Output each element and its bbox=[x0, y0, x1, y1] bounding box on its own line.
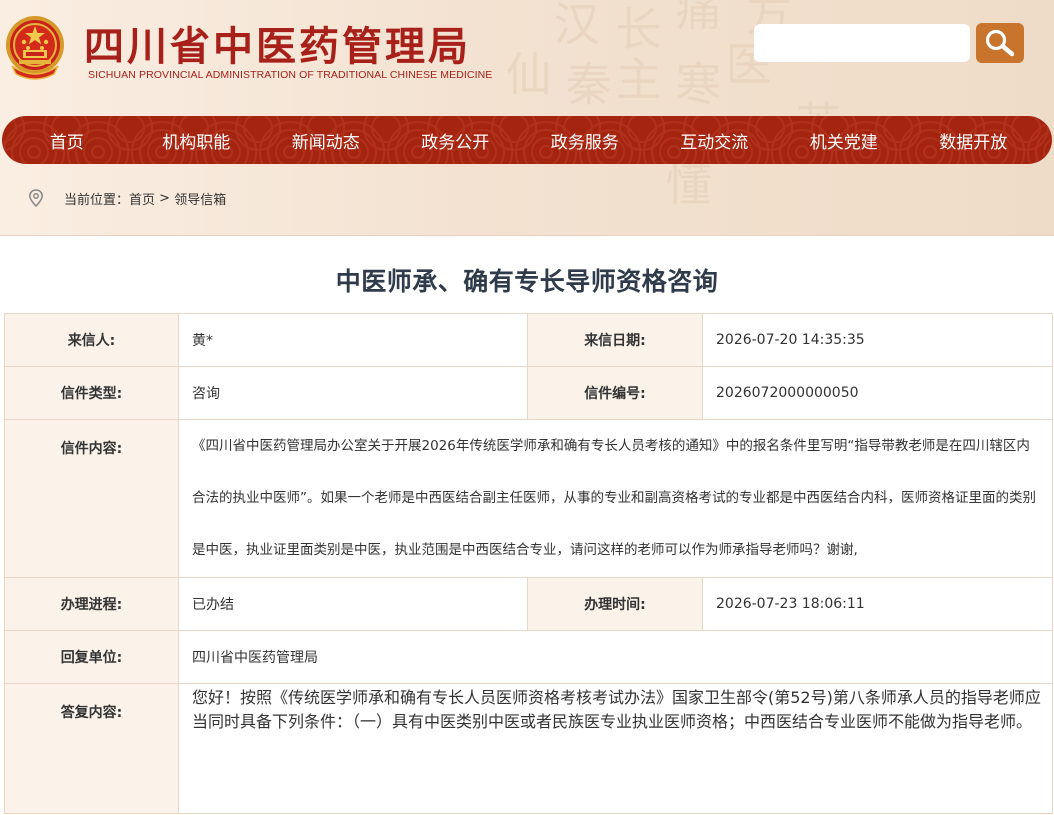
date-label: 来信日期: bbox=[527, 313, 703, 367]
nav-item-interaction[interactable]: 互动交流 bbox=[650, 128, 780, 153]
reply-unit-label: 回复单位: bbox=[4, 630, 179, 684]
nav-item-gov-services[interactable]: 政务服务 bbox=[520, 128, 650, 153]
progress-label: 办理进程: bbox=[4, 577, 179, 631]
table-row: 信件内容: 《四川省中医药管理局办公室关于开展2026年传统医学师承和确有专长人… bbox=[4, 419, 1053, 578]
breadcrumb-current: 领导信箱 bbox=[174, 192, 227, 208]
breadcrumb: 当前位置： 首页 > 领导信箱 bbox=[28, 187, 226, 209]
handled-time-label: 办理时间: bbox=[527, 577, 703, 631]
site-title: 四川省中医药管理局 bbox=[84, 23, 471, 70]
site-subtitle: SICHUAN PROVINCIAL ADMINISTRATION OF TRA… bbox=[88, 69, 493, 81]
background-calligraphy: 汉 bbox=[546, 0, 601, 46]
date-value: 2026-07-20 14:35:35 bbox=[702, 313, 1053, 367]
site-header: 汉 秦 长 主 痛 寒 医 仙 方 懂 苦 四川省中医药管理局 SICHUAN … bbox=[0, 0, 1054, 236]
nav-item-home[interactable]: 首页 bbox=[2, 128, 132, 153]
progress-value: 已办结 bbox=[178, 577, 528, 631]
nav-item-gov-affairs[interactable]: 政务公开 bbox=[391, 128, 521, 153]
background-calligraphy: 痛 bbox=[668, 0, 723, 31]
content-value: 《四川省中医药管理局办公室关于开展2026年传统医学师承和确有专长人员考核的通知… bbox=[178, 419, 1053, 578]
background-calligraphy: 寒 bbox=[668, 60, 723, 106]
location-pin-icon bbox=[29, 189, 43, 207]
letter-detail-table: 来信人: 黄* 来信日期: 2026-07-20 14:35:35 信件类型: … bbox=[4, 313, 1053, 814]
table-row: 回复单位: 四川省中医药管理局 bbox=[4, 630, 1053, 684]
nav-item-open-data[interactable]: 数据开放 bbox=[909, 128, 1039, 153]
background-calligraphy: 仙 bbox=[498, 50, 553, 96]
breadcrumb-prefix: 当前位置： bbox=[64, 192, 130, 208]
nav-item-news[interactable]: 新闻动态 bbox=[261, 128, 391, 153]
background-calligraphy: 懂 bbox=[658, 160, 713, 206]
table-row: 信件类型: 咨询 信件编号: 2026072000000050 bbox=[4, 366, 1053, 420]
handled-time-value: 2026-07-23 18:06:11 bbox=[702, 577, 1053, 631]
number-value: 2026072000000050 bbox=[702, 366, 1053, 420]
national-emblem-icon bbox=[6, 16, 64, 80]
number-label: 信件编号: bbox=[527, 366, 703, 420]
reply-value: 您好！按照《传统医学师承和确有专长人员医师资格考核考试办法》国家卫生部令(第52… bbox=[178, 683, 1053, 814]
type-value: 咨询 bbox=[178, 366, 528, 420]
sender-label: 来信人: bbox=[4, 313, 179, 367]
nav-item-functions[interactable]: 机构职能 bbox=[132, 128, 262, 153]
header-divider bbox=[0, 235, 1054, 236]
background-calligraphy: 秦 bbox=[558, 60, 613, 106]
sender-value: 黄* bbox=[178, 313, 528, 367]
type-label: 信件类型: bbox=[4, 366, 179, 420]
content-label: 信件内容: bbox=[4, 419, 179, 578]
table-row: 答复内容: 您好！按照《传统医学师承和确有专长人员医师资格考核考试办法》国家卫生… bbox=[4, 683, 1053, 814]
background-calligraphy: 长 bbox=[608, 5, 663, 51]
table-row: 来信人: 黄* 来信日期: 2026-07-20 14:35:35 bbox=[4, 313, 1053, 367]
breadcrumb-separator: > bbox=[155, 190, 175, 206]
background-calligraphy: 主 bbox=[608, 55, 663, 101]
page-title: 中医师承、确有专长导师资格咨询 bbox=[335, 267, 719, 296]
table-row: 办理进程: 已办结 办理时间: 2026-07-23 18:06:11 bbox=[4, 577, 1053, 631]
breadcrumb-home-link[interactable]: 首页 bbox=[129, 189, 155, 208]
nav-item-party[interactable]: 机关党建 bbox=[779, 128, 909, 153]
search-input[interactable] bbox=[754, 24, 970, 62]
main-nav: 首页 机构职能 新闻动态 政务公开 政务服务 互动交流 机关党建 数据开放 bbox=[2, 116, 1052, 164]
reply-label: 答复内容: bbox=[4, 683, 179, 814]
search-button[interactable] bbox=[976, 23, 1024, 63]
reply-unit-value: 四川省中医药管理局 bbox=[178, 630, 1053, 684]
search-icon bbox=[985, 29, 1015, 57]
